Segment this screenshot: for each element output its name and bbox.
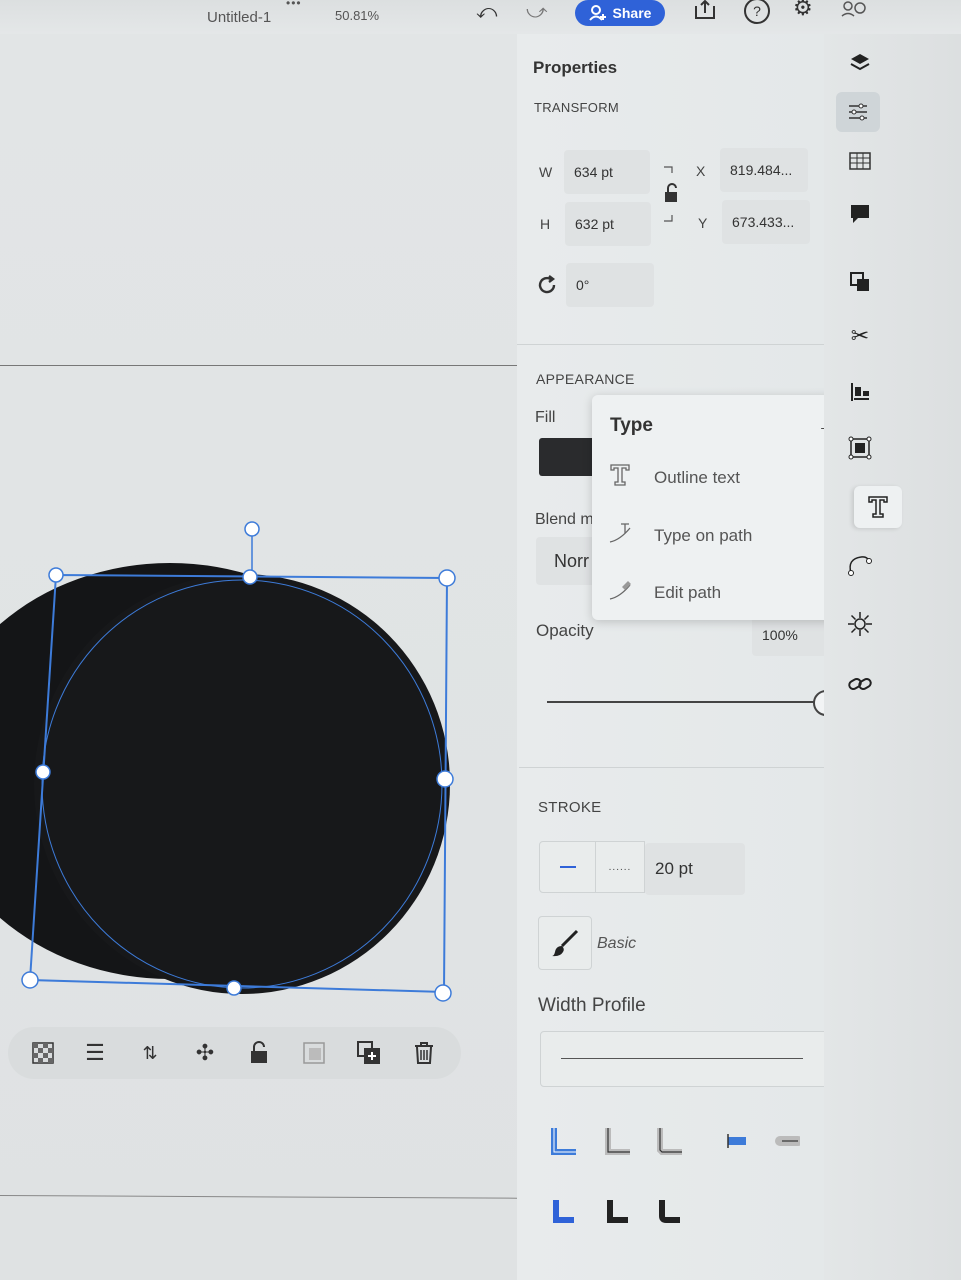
y-position-field[interactable]: 673.433... bbox=[722, 200, 810, 244]
document-title[interactable]: Untitled-1 bbox=[207, 9, 271, 26]
brush-button[interactable] bbox=[538, 916, 592, 970]
handle-bottom-right[interactable] bbox=[434, 984, 452, 1002]
height-label: H bbox=[540, 216, 551, 232]
arrange-order-icon[interactable]: ⇅ bbox=[133, 1035, 167, 1071]
type-on-path-label: Type on path bbox=[654, 526, 753, 545]
collaboration-icon[interactable] bbox=[840, 0, 870, 25]
trash-icon[interactable] bbox=[407, 1035, 441, 1071]
width-field[interactable]: 634 pt bbox=[564, 150, 650, 194]
duplicate-icon[interactable] bbox=[352, 1035, 386, 1071]
miter-join-icon[interactable] bbox=[546, 1121, 582, 1161]
effects-gear-icon[interactable] bbox=[840, 606, 880, 642]
blend-mode-dropdown[interactable]: Norr bbox=[536, 537, 596, 585]
divider bbox=[517, 344, 841, 345]
canvas-context-toolbar bbox=[8, 1027, 461, 1079]
edit-path-item[interactable]: Edit path bbox=[608, 577, 721, 609]
settings-gear-icon[interactable]: ⚙ bbox=[793, 0, 813, 19]
transform-section-title: TRANSFORM bbox=[534, 100, 620, 115]
width-profile-preview bbox=[561, 1058, 803, 1059]
scissors-icon[interactable]: ✂ bbox=[840, 318, 880, 354]
appearance-section-title: APPEARANCE bbox=[536, 371, 635, 387]
stroke-section-title: STROKE bbox=[538, 799, 602, 816]
outline-text-label: Outline text bbox=[654, 468, 740, 487]
y-label: Y bbox=[698, 215, 708, 231]
popover-title: Type bbox=[610, 415, 653, 436]
share-button[interactable]: Share bbox=[575, 0, 665, 26]
handle-mid-right[interactable] bbox=[436, 770, 454, 788]
comment-icon[interactable] bbox=[840, 196, 880, 232]
align-icon[interactable] bbox=[840, 374, 880, 410]
width-profile-label: Width Profile bbox=[538, 995, 646, 1016]
canvas-artwork[interactable] bbox=[0, 510, 517, 1010]
handle-bottom-mid[interactable] bbox=[226, 980, 242, 996]
paintbrush-icon bbox=[552, 929, 579, 957]
rotate-handle[interactable] bbox=[244, 521, 260, 537]
pathfinder-icon[interactable] bbox=[840, 264, 880, 300]
opacity-label: Opacity bbox=[536, 621, 594, 640]
properties-sliders-icon[interactable] bbox=[836, 92, 880, 132]
edit-path-icon bbox=[608, 577, 632, 609]
redo-icon[interactable]: ⤻ bbox=[526, 2, 547, 22]
link-icon[interactable] bbox=[840, 666, 880, 702]
rotate-icon bbox=[535, 273, 559, 302]
artboard-edge-top bbox=[0, 365, 517, 366]
round-join-icon[interactable] bbox=[600, 1121, 636, 1161]
blend-mode-label: Blend m bbox=[535, 511, 594, 528]
x-position-field[interactable]: 819.484... bbox=[720, 148, 808, 192]
align-stroke-center-icon[interactable] bbox=[546, 1191, 582, 1231]
stroke-weight-field[interactable]: 20 pt bbox=[645, 843, 745, 895]
undo-icon[interactable]: ⤺ bbox=[476, 2, 497, 22]
rotation-field[interactable]: 0° bbox=[566, 263, 654, 307]
menu-lines-icon[interactable]: ☰ bbox=[78, 1035, 112, 1071]
butt-cap-icon[interactable] bbox=[718, 1121, 754, 1161]
fill-label: Fill bbox=[535, 409, 556, 426]
height-field[interactable]: 632 pt bbox=[565, 202, 651, 246]
dashed-stroke-button[interactable]: ...... bbox=[595, 841, 645, 893]
panel-title: Properties bbox=[533, 58, 618, 77]
mask-icon[interactable] bbox=[297, 1035, 331, 1071]
type-on-path-icon bbox=[608, 520, 632, 552]
fill-color-swatch[interactable] bbox=[539, 438, 595, 476]
edit-path-label: Edit path bbox=[654, 583, 722, 602]
width-profile-dropdown[interactable]: ⌄ bbox=[540, 1031, 856, 1087]
export-icon[interactable] bbox=[693, 0, 717, 25]
width-label: W bbox=[539, 164, 553, 180]
opacity-slider-track[interactable] bbox=[547, 701, 815, 703]
constrain-proportions-lock-icon[interactable] bbox=[660, 163, 682, 232]
handle-top-left[interactable] bbox=[48, 567, 64, 583]
bevel-join-icon[interactable] bbox=[652, 1121, 688, 1161]
selected-circle-shape[interactable] bbox=[34, 574, 450, 994]
outline-text-item[interactable]: Outline text bbox=[608, 463, 740, 493]
unlock-icon[interactable] bbox=[242, 1035, 276, 1071]
solid-stroke-button[interactable] bbox=[539, 841, 597, 893]
handle-top-mid[interactable] bbox=[242, 569, 258, 585]
type-tool-icon[interactable] bbox=[854, 486, 902, 528]
more-options-icon[interactable]: ••• bbox=[286, 0, 302, 10]
move-arrows-icon[interactable]: ✣ bbox=[188, 1035, 222, 1071]
divider bbox=[519, 767, 865, 768]
round-cap-icon[interactable] bbox=[768, 1121, 804, 1161]
align-stroke-outside-icon[interactable] bbox=[652, 1191, 688, 1231]
type-options-popover: Type → Outline text Type on path Edit pa… bbox=[592, 395, 857, 620]
handle-top-right[interactable] bbox=[438, 569, 456, 587]
handle-bottom-left[interactable] bbox=[21, 971, 39, 989]
handle-mid-left[interactable] bbox=[35, 764, 51, 780]
add-user-icon bbox=[588, 5, 606, 21]
share-label: Share bbox=[612, 5, 652, 21]
group-select-icon[interactable] bbox=[840, 430, 880, 466]
x-label: X bbox=[696, 163, 706, 179]
solid-line-icon bbox=[560, 866, 576, 868]
brush-name: Basic bbox=[597, 935, 637, 952]
zoom-level[interactable]: 50.81% bbox=[335, 8, 379, 23]
grid-table-icon[interactable] bbox=[840, 144, 880, 180]
outline-text-icon bbox=[608, 463, 632, 493]
transparency-icon[interactable] bbox=[26, 1035, 60, 1071]
layers-icon[interactable] bbox=[840, 44, 880, 80]
align-stroke-inside-icon[interactable] bbox=[600, 1191, 636, 1231]
type-on-path-item[interactable]: Type on path bbox=[608, 520, 752, 552]
path-anchor-icon[interactable] bbox=[840, 546, 880, 582]
